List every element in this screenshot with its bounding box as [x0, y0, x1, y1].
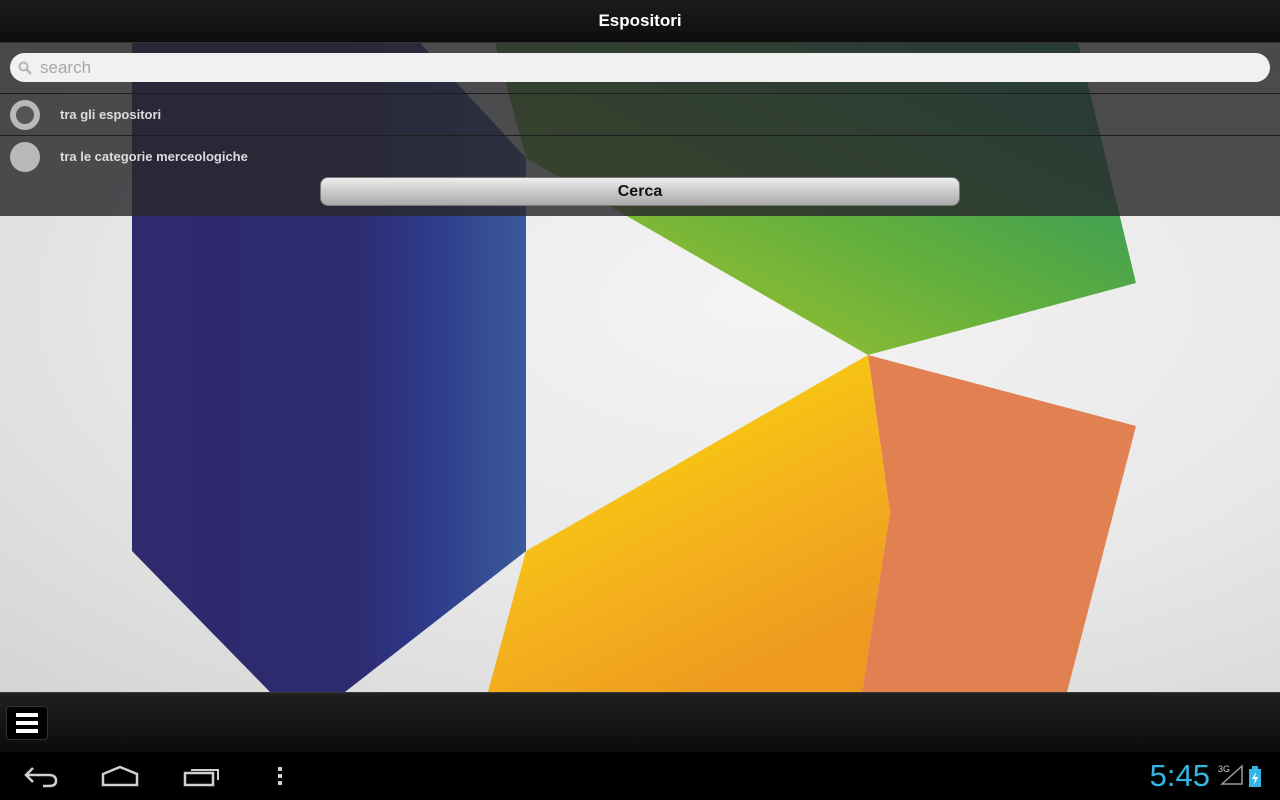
- overflow-menu-icon[interactable]: [270, 752, 290, 800]
- radio-categorie[interactable]: [10, 141, 40, 172]
- option-categorie[interactable]: tra le categorie merceologiche: [0, 135, 1280, 177]
- search-button[interactable]: Cerca: [320, 177, 960, 206]
- back-icon[interactable]: [16, 752, 66, 800]
- page-title: Espositori: [598, 11, 682, 30]
- option-espositori-label: tra gli espositori: [60, 107, 162, 122]
- battery-charging-icon: [1248, 766, 1262, 793]
- menu-icon[interactable]: [6, 706, 48, 740]
- system-navigation-bar: 5:45: [0, 752, 1280, 800]
- option-espositori[interactable]: tra gli espositori: [0, 93, 1280, 135]
- bottom-toolbar: [0, 692, 1280, 753]
- search-input[interactable]: [38, 56, 1242, 79]
- search-icon: [18, 61, 32, 75]
- option-categorie-label: tra le categorie merceologiche: [60, 149, 248, 164]
- clock: 5:45: [1149, 758, 1210, 793]
- search-panel: tra gli espositori tra le categorie merc…: [0, 43, 1280, 216]
- search-box[interactable]: [10, 53, 1270, 82]
- recent-apps-icon[interactable]: [180, 752, 224, 800]
- home-icon[interactable]: [98, 752, 142, 800]
- action-bar: Espositori: [0, 0, 1280, 43]
- radio-espositori[interactable]: [10, 99, 40, 130]
